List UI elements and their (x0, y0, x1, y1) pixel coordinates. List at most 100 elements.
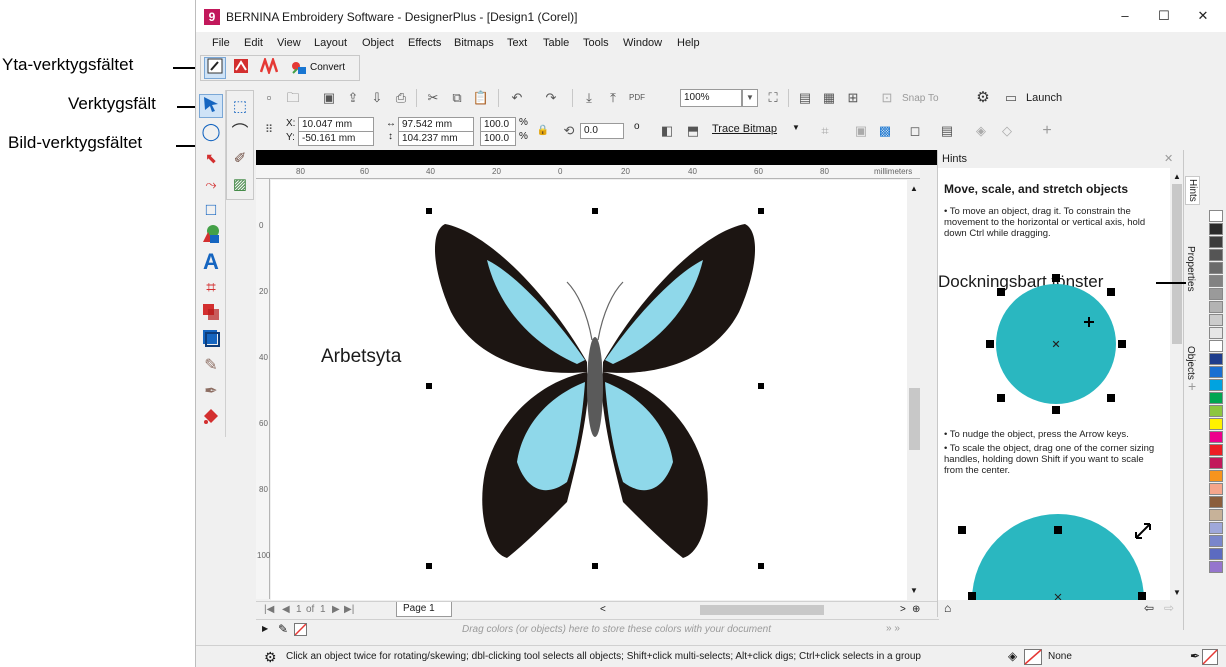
palette-swatch[interactable] (1209, 236, 1223, 248)
docker-close-icon[interactable]: ✕ (1164, 152, 1173, 165)
palette-swatch[interactable] (1209, 496, 1223, 508)
palette-swatch[interactable] (1209, 262, 1223, 274)
prev-page-icon[interactable]: ◀ (282, 604, 290, 615)
embroidery-surface-button[interactable] (258, 56, 280, 79)
menu-layout[interactable]: Layout (314, 37, 347, 49)
cloud-download-icon[interactable]: ⇩ (366, 87, 388, 109)
launch-icon[interactable]: ▭ (1000, 87, 1022, 109)
y-position-field[interactable]: -50.161 mm (298, 131, 374, 146)
menu-table[interactable]: Table (543, 37, 569, 49)
export-icon[interactable]: ⤒ (602, 87, 624, 109)
add-docker-icon[interactable]: + (1188, 378, 1196, 394)
trace-bitmap-dropdown[interactable]: Trace Bitmap (712, 123, 777, 135)
scale-height-field[interactable]: 100.0 (480, 131, 516, 146)
drawing-canvas[interactable]: Arbetsyta (271, 180, 907, 600)
show-guidelines-icon[interactable]: ⊞ (842, 87, 864, 109)
butterfly-bitmap[interactable] (427, 212, 763, 568)
menu-effects[interactable]: Effects (408, 37, 441, 49)
menu-edit[interactable]: Edit (244, 37, 263, 49)
scroll-up-icon[interactable]: ▲ (1173, 172, 1181, 181)
palette-swatch[interactable] (1209, 275, 1223, 287)
bitmap-brush-icon[interactable]: ⌒ (228, 121, 252, 145)
width-field[interactable]: 97.542 mm (398, 117, 474, 132)
transparency-tool-icon[interactable] (199, 302, 223, 326)
outline-tool-icon[interactable] (199, 328, 223, 352)
scroll-up-icon[interactable]: ▲ (910, 184, 918, 193)
menu-file[interactable]: File (212, 37, 230, 49)
new-document-icon[interactable]: ▫ (258, 87, 280, 109)
bitmap-mask-icon[interactable]: ▩ (874, 120, 896, 142)
palette-swatch[interactable] (1209, 431, 1223, 443)
design-surface-button[interactable] (204, 57, 226, 79)
menu-tools[interactable]: Tools (583, 37, 609, 49)
palette-swatch[interactable] (1209, 561, 1223, 573)
crop-bitmap-icon[interactable]: ⌗ (814, 120, 836, 142)
tab-objects[interactable]: Objects (1185, 346, 1196, 380)
scroll-right-icon[interactable]: > (900, 604, 906, 615)
scroll-down-icon[interactable]: ▼ (1173, 588, 1181, 597)
back-icon[interactable]: ⇦ (1144, 601, 1154, 615)
freehand-tool-icon[interactable]: ⤳ (199, 172, 223, 196)
full-screen-preview-icon[interactable]: ▤ (794, 87, 816, 109)
minimize-button[interactable]: – (1110, 6, 1140, 26)
paste-icon[interactable]: 📋 (470, 87, 492, 109)
hints-scrollbar[interactable]: ▲ ▼ (1170, 168, 1184, 600)
shapes-tool-icon[interactable] (199, 224, 223, 248)
palette-swatch[interactable] (1209, 392, 1223, 404)
palette-swatch[interactable] (1209, 509, 1223, 521)
palette-swatch[interactable] (1209, 405, 1223, 417)
resample-icon[interactable]: ◻ (904, 120, 926, 142)
palette-swatch[interactable] (1209, 470, 1223, 482)
bitmap-properties-icon[interactable]: ▤ (936, 120, 958, 142)
zoom-navigator-icon[interactable]: ⊕ (912, 604, 920, 615)
palette-swatch[interactable] (1209, 535, 1223, 547)
close-button[interactable]: ✕ (1188, 6, 1218, 26)
menu-text[interactable]: Text (507, 37, 527, 49)
zoom-to-page-icon[interactable]: ⛶ (762, 87, 784, 109)
layer-icon[interactable]: ◈ (970, 120, 992, 142)
palette-swatch[interactable] (1209, 249, 1223, 261)
scale-width-field[interactable]: 100.0 (480, 117, 516, 132)
rectangle-tool-icon[interactable]: □ (199, 198, 223, 222)
zoom-level-field[interactable]: 100% (680, 89, 742, 107)
maximize-button[interactable]: ☐ (1149, 6, 1179, 26)
next-page-icon[interactable]: ▶ (332, 604, 340, 615)
cloud-upload-icon[interactable]: ⇪ (342, 87, 364, 109)
menu-bitmaps[interactable]: Bitmaps (454, 37, 494, 49)
menu-window[interactable]: Window (623, 37, 662, 49)
tab-properties[interactable]: Properties (1185, 246, 1196, 292)
scroll-down-icon[interactable]: ▼ (910, 586, 918, 595)
palette-swatch[interactable] (1209, 483, 1223, 495)
palette-swatch[interactable] (1209, 379, 1223, 391)
home-icon[interactable]: ⌂ (944, 601, 951, 615)
eyedropper-tool-icon[interactable]: ✎ (199, 354, 223, 378)
palette-swatch[interactable] (1209, 418, 1223, 430)
palette-scroll-icon[interactable]: » » (886, 623, 900, 634)
copy-icon[interactable]: ⧉ (446, 87, 468, 109)
interactive-fill-tool-icon[interactable] (199, 406, 223, 430)
palette-swatch[interactable] (1209, 223, 1223, 235)
crop-tool-icon[interactable]: ⌗ (199, 276, 223, 300)
redo-icon[interactable]: ↷ (540, 87, 562, 109)
pick-tool-icon[interactable] (199, 94, 223, 118)
snap-icon[interactable]: ⊡ (876, 87, 898, 109)
artwork-surface-button[interactable] (230, 57, 252, 79)
snap-to-dropdown[interactable]: Snap To (902, 93, 939, 104)
palette-swatch[interactable] (1209, 444, 1223, 456)
pen-nib-tool-icon[interactable]: ✒ (199, 380, 223, 404)
convert-button[interactable]: Convert (287, 57, 353, 79)
last-page-icon[interactable]: ▶| (344, 604, 354, 615)
bitmap-edit-icon[interactable]: ✐ (228, 147, 252, 171)
add-icon[interactable]: + (1036, 120, 1058, 142)
mirror-horizontal-icon[interactable]: ◧ (656, 120, 678, 142)
tab-hints[interactable]: Hints (1185, 176, 1200, 205)
palette-swatch[interactable] (1209, 457, 1223, 469)
canvas-vertical-scrollbar[interactable]: ▲ ▼ (907, 180, 922, 600)
chevron-down-icon[interactable]: ▼ (792, 123, 800, 132)
menu-object[interactable]: Object (362, 37, 394, 49)
print-icon[interactable]: ⎙ (390, 87, 412, 109)
palette-swatch[interactable] (1209, 340, 1223, 352)
scroll-thumb[interactable] (1172, 184, 1182, 344)
reference-point-icon[interactable]: ⠿ (258, 119, 280, 141)
page-tab[interactable]: Page 1 (396, 602, 452, 617)
